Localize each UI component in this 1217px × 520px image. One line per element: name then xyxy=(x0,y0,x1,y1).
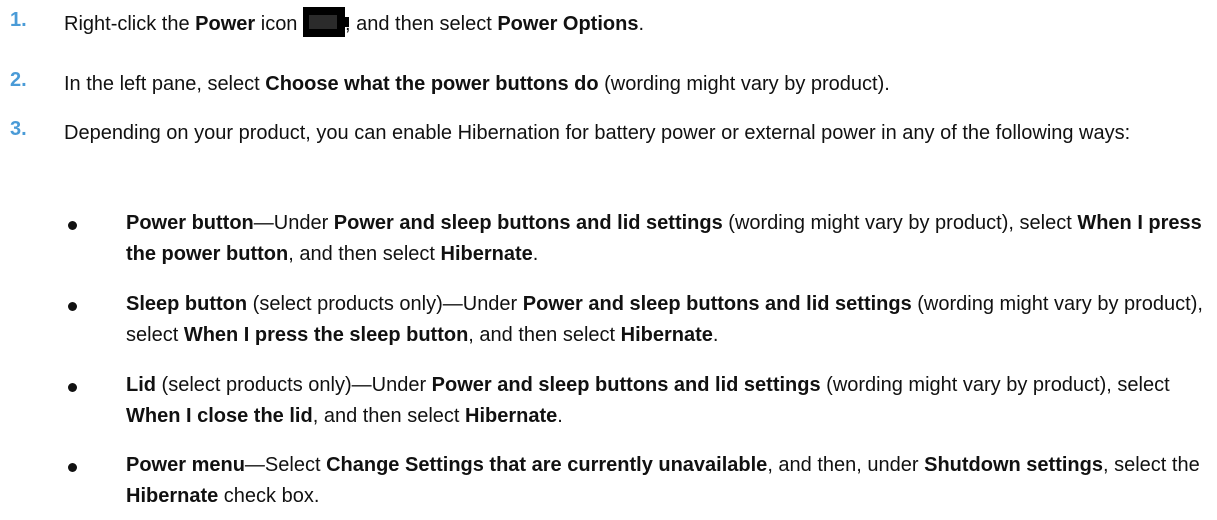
step-text: Right-click the Power icon , and then se… xyxy=(64,6,1204,40)
bullet-icon xyxy=(68,221,77,230)
bullet-text: Sleep button (select products only)—Unde… xyxy=(126,293,1203,346)
bullet-icon xyxy=(68,302,77,311)
step-number: 2. xyxy=(10,69,27,91)
battery-icon xyxy=(303,6,349,37)
step-text: In the left pane, select Choose what the… xyxy=(64,73,890,95)
bullet-text: Power button—Under Power and sleep butto… xyxy=(126,212,1202,265)
bullet-text: Lid (select products only)—Under Power a… xyxy=(126,374,1170,427)
bullet-icon xyxy=(68,383,77,392)
step-text: Depending on your product, you can enabl… xyxy=(64,122,1131,144)
bullet-icon xyxy=(68,463,77,472)
step-number: 1. xyxy=(10,9,27,31)
step-number: 3. xyxy=(10,118,27,140)
bullet-text: Power menu—Select Change Settings that a… xyxy=(126,454,1200,507)
